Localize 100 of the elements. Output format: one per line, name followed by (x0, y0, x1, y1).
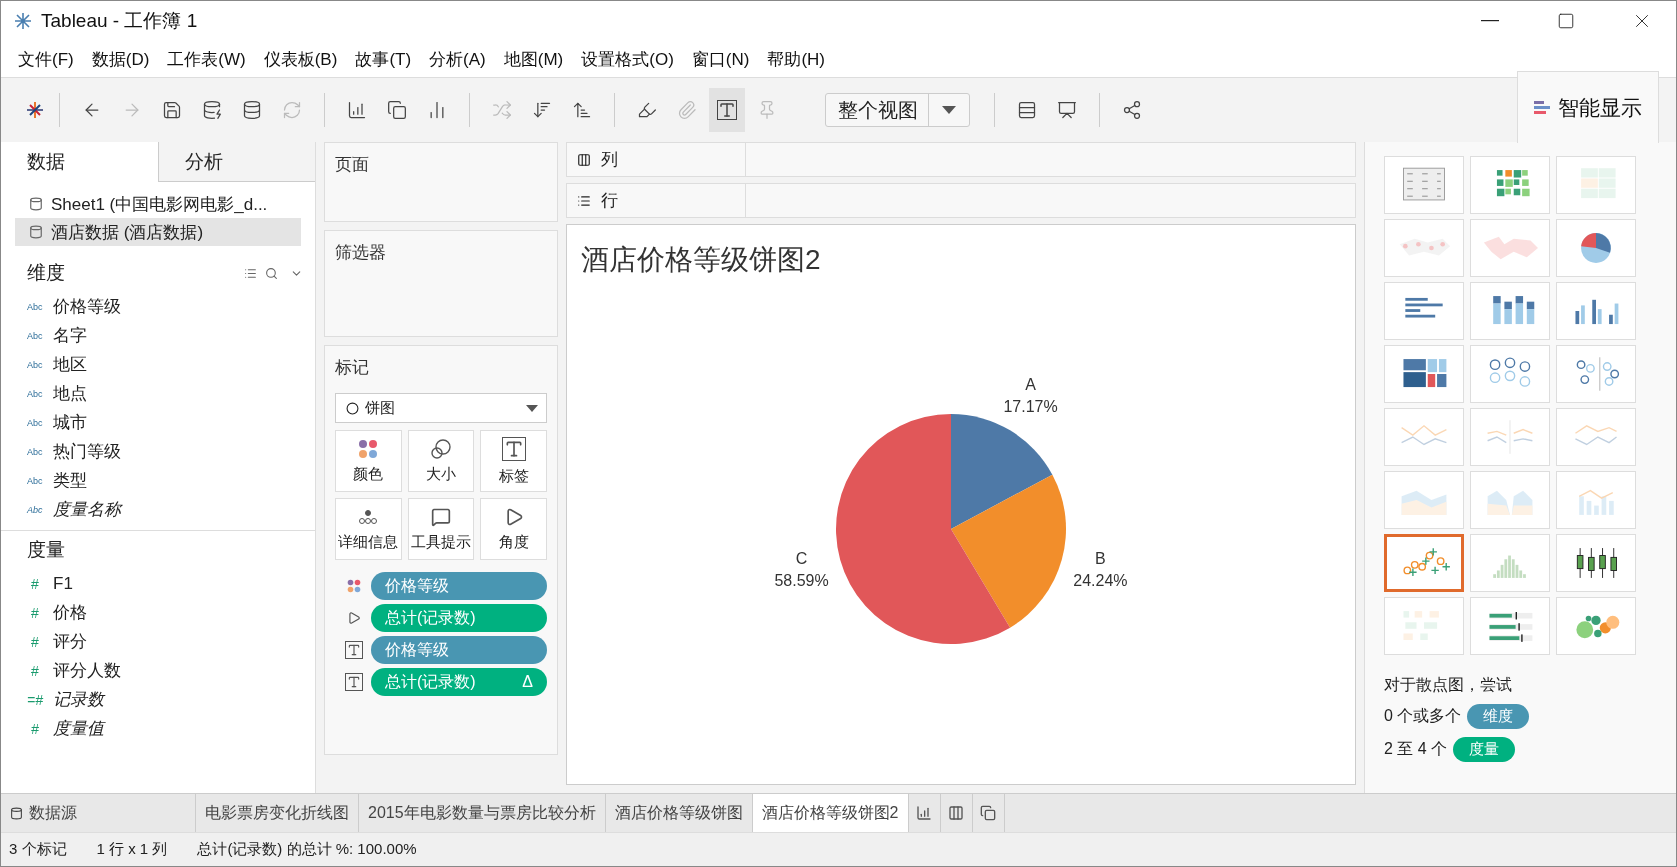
pie-type-icon (346, 401, 359, 415)
mark-property-button[interactable]: 颜色 (335, 430, 402, 492)
slice-label: A 17.17% (1003, 376, 1058, 415)
field-type-icon: Abc (27, 330, 43, 341)
section-title: 度量 (27, 538, 66, 562)
status-text: 3 个标记 (9, 840, 67, 859)
tooltip-icon (431, 506, 451, 527)
show-labels-icon[interactable] (709, 88, 745, 132)
field-name: 度量名称 (53, 499, 121, 521)
menu-item[interactable]: 数据(D) (82, 47, 159, 71)
tableau-logo-icon (25, 100, 45, 120)
field-type-icon: # (27, 662, 43, 679)
search-icon[interactable] (265, 266, 278, 280)
dimension-field[interactable]: Abc 名字 (1, 321, 315, 350)
list-view-icon[interactable] (244, 266, 257, 280)
rows-icon (577, 193, 591, 208)
mark-property-button[interactable]: 工具提示 (407, 498, 475, 560)
menu-item[interactable]: 工作表(W) (158, 47, 255, 71)
mark-property-button[interactable]: 标签 (480, 430, 547, 492)
requirement-text: 0 个或多个 (1384, 706, 1462, 726)
bars-icon (1534, 100, 1550, 115)
measure-field[interactable]: # 价格 (1, 598, 315, 627)
menu-item[interactable]: 窗口(N) (682, 47, 759, 71)
shelf-label: 行 (601, 190, 618, 212)
text-label-icon (501, 436, 526, 461)
field-type-icon: # (27, 633, 43, 650)
color-dots-icon (358, 438, 379, 459)
new-sheet-icon (916, 805, 932, 821)
role-pill: 维度 (1467, 704, 1530, 729)
measure-field[interactable]: =# 记录数 (1, 685, 315, 714)
menu-item[interactable]: 帮助(H) (758, 47, 834, 71)
menu-item[interactable]: 设置格式(O) (572, 47, 683, 71)
measure-field[interactable]: # 评分 (1, 627, 315, 656)
menu-item[interactable]: 故事(T) (346, 47, 421, 71)
field-name: 地点 (53, 383, 87, 405)
mark-property-button[interactable]: 角度 (480, 498, 547, 560)
field-name: 度量值 (53, 718, 104, 740)
pane-tab[interactable]: 分析 (157, 142, 315, 182)
dimension-field[interactable]: Abc 热门等级 (1, 437, 315, 466)
chart-type-thumbnail[interactable] (1384, 534, 1464, 592)
field-type-icon: # (27, 604, 43, 621)
caret-icon (526, 404, 538, 412)
window-title: Tableau - 工作簿 1 (41, 9, 199, 33)
dimension-field[interactable]: Abc 类型 (1, 466, 315, 495)
menu-item[interactable]: 地图(M) (494, 47, 573, 71)
measure-field[interactable]: # 评分人数 (1, 656, 315, 685)
hint-text: 对于散点图，尝试 (1384, 675, 1513, 695)
field-name: F1 (53, 573, 73, 594)
datasource-item[interactable]: 酒店数据 (酒店数据) (15, 218, 301, 246)
text-label-icon (345, 673, 363, 691)
angle-icon (347, 611, 361, 625)
mark-property-button[interactable]: 大小 (407, 430, 475, 492)
measure-field[interactable]: # F1 (1, 569, 315, 598)
field-name: 评分人数 (53, 660, 121, 682)
dimension-field[interactable]: Abc 地区 (1, 350, 315, 379)
field-name: 热门等级 (53, 441, 121, 463)
slice-label: B 24.24% (1073, 550, 1128, 590)
sheet-tab[interactable]: 酒店价格等级饼图2 (752, 794, 909, 832)
datasource-item[interactable]: Sheet1 (中国电影网电影_d... (15, 190, 301, 218)
field-type-icon: Abc (27, 504, 43, 515)
card-title: 标记 (335, 357, 370, 379)
field-name: 评分 (53, 631, 87, 653)
field-type-icon: =# (27, 691, 43, 708)
shelf-label: 列 (601, 149, 618, 171)
color-dots-icon (347, 579, 361, 593)
field-name: 城市 (53, 412, 87, 434)
measure-field[interactable]: # 度量值 (1, 714, 315, 743)
maximize-icon (1557, 12, 1575, 30)
menu-item[interactable]: 文件(F) (9, 47, 83, 71)
field-type-icon: Abc (27, 359, 43, 370)
text-label-icon (345, 641, 363, 659)
menu-item[interactable]: 分析(A) (420, 47, 495, 71)
mark-property-button[interactable]: 详细信息 (335, 498, 402, 560)
status-text: 总计(记录数) 的总计 %: 100.00% (197, 840, 417, 859)
field-type-icon: # (27, 720, 43, 737)
new-story-icon (980, 805, 996, 821)
size-circles-icon (431, 438, 451, 459)
field-type-icon: Abc (27, 417, 43, 428)
new-dashboard-icon (948, 805, 964, 821)
mark-type-dropdown[interactable]: 饼图 (335, 393, 547, 423)
dimension-field[interactable]: Abc 度量名称 (1, 495, 315, 524)
field-name: 名字 (53, 325, 87, 347)
role-pill: 度量 (1453, 737, 1516, 762)
dimension-field[interactable]: Abc 城市 (1, 408, 315, 437)
field-type-icon: Abc (27, 446, 43, 457)
minimize-icon (1481, 20, 1499, 22)
dimension-field[interactable]: Abc 价格等级 (1, 292, 315, 321)
app-logo-icon (13, 11, 33, 31)
field-name: 类型 (53, 470, 87, 492)
columns-icon (577, 152, 591, 167)
view-title: 酒店价格等级饼图2 (580, 243, 822, 277)
requirement-text: 2 至 4 个 (1384, 739, 1448, 759)
show-me-tab[interactable]: 智能显示 (1517, 71, 1659, 143)
section-title: 维度 (27, 261, 66, 285)
menu-item[interactable]: 仪表板(B) (254, 47, 347, 71)
slice-label: C 58.59% (774, 550, 829, 590)
dimension-field[interactable]: Abc 地点 (1, 379, 315, 408)
database-icon (10, 806, 23, 820)
field-name: 价格 (53, 602, 87, 624)
fit-dropdown[interactable]: 整个视图 (825, 93, 970, 127)
